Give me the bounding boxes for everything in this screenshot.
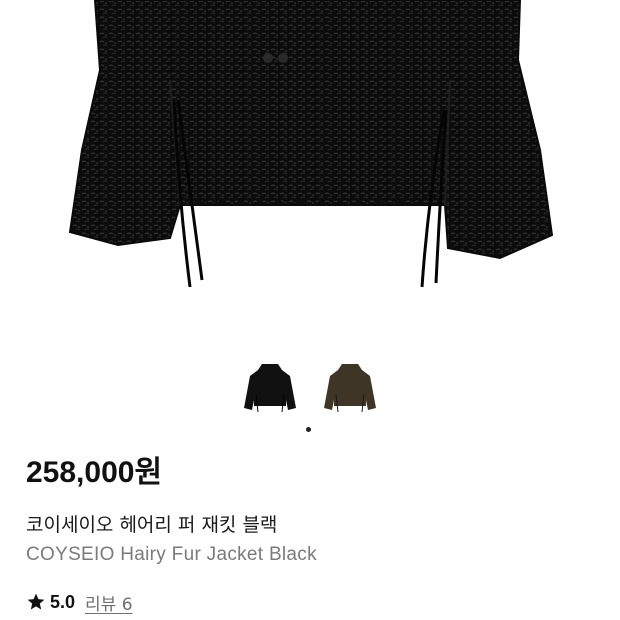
rating-row: 5.0 리뷰 6 bbox=[26, 588, 596, 616]
jacket-image bbox=[68, 0, 554, 288]
thumbnail-black[interactable] bbox=[237, 356, 303, 420]
thumbnail-brown[interactable] bbox=[317, 356, 383, 420]
product-price: 258,000원 bbox=[26, 456, 163, 489]
gallery-pagination bbox=[0, 427, 620, 433]
product-detail-page: 258,000원 코이세이오 헤어리 퍼 재킷 블랙 COYSEIO Hairy… bbox=[0, 0, 620, 620]
thumbnail-brown-image bbox=[324, 364, 376, 413]
product-main-image[interactable] bbox=[0, 0, 620, 340]
star-icon bbox=[26, 592, 46, 612]
product-name-english: COYSEIO Hairy Fur Jacket Black bbox=[26, 544, 317, 565]
pagination-dot-active bbox=[305, 427, 311, 432]
product-name-korean: 코이세이오 헤어리 퍼 재킷 블랙 bbox=[26, 514, 278, 536]
rating-value: 5.0 bbox=[50, 591, 76, 612]
product-info: 258,000원 코이세이오 헤어리 퍼 재킷 블랙 COYSEIO Hairy… bbox=[26, 452, 596, 616]
review-count-link[interactable]: 리뷰 6 bbox=[85, 590, 133, 615]
thumbnail-strip bbox=[0, 356, 620, 420]
thumbnail-black-image bbox=[244, 364, 296, 413]
